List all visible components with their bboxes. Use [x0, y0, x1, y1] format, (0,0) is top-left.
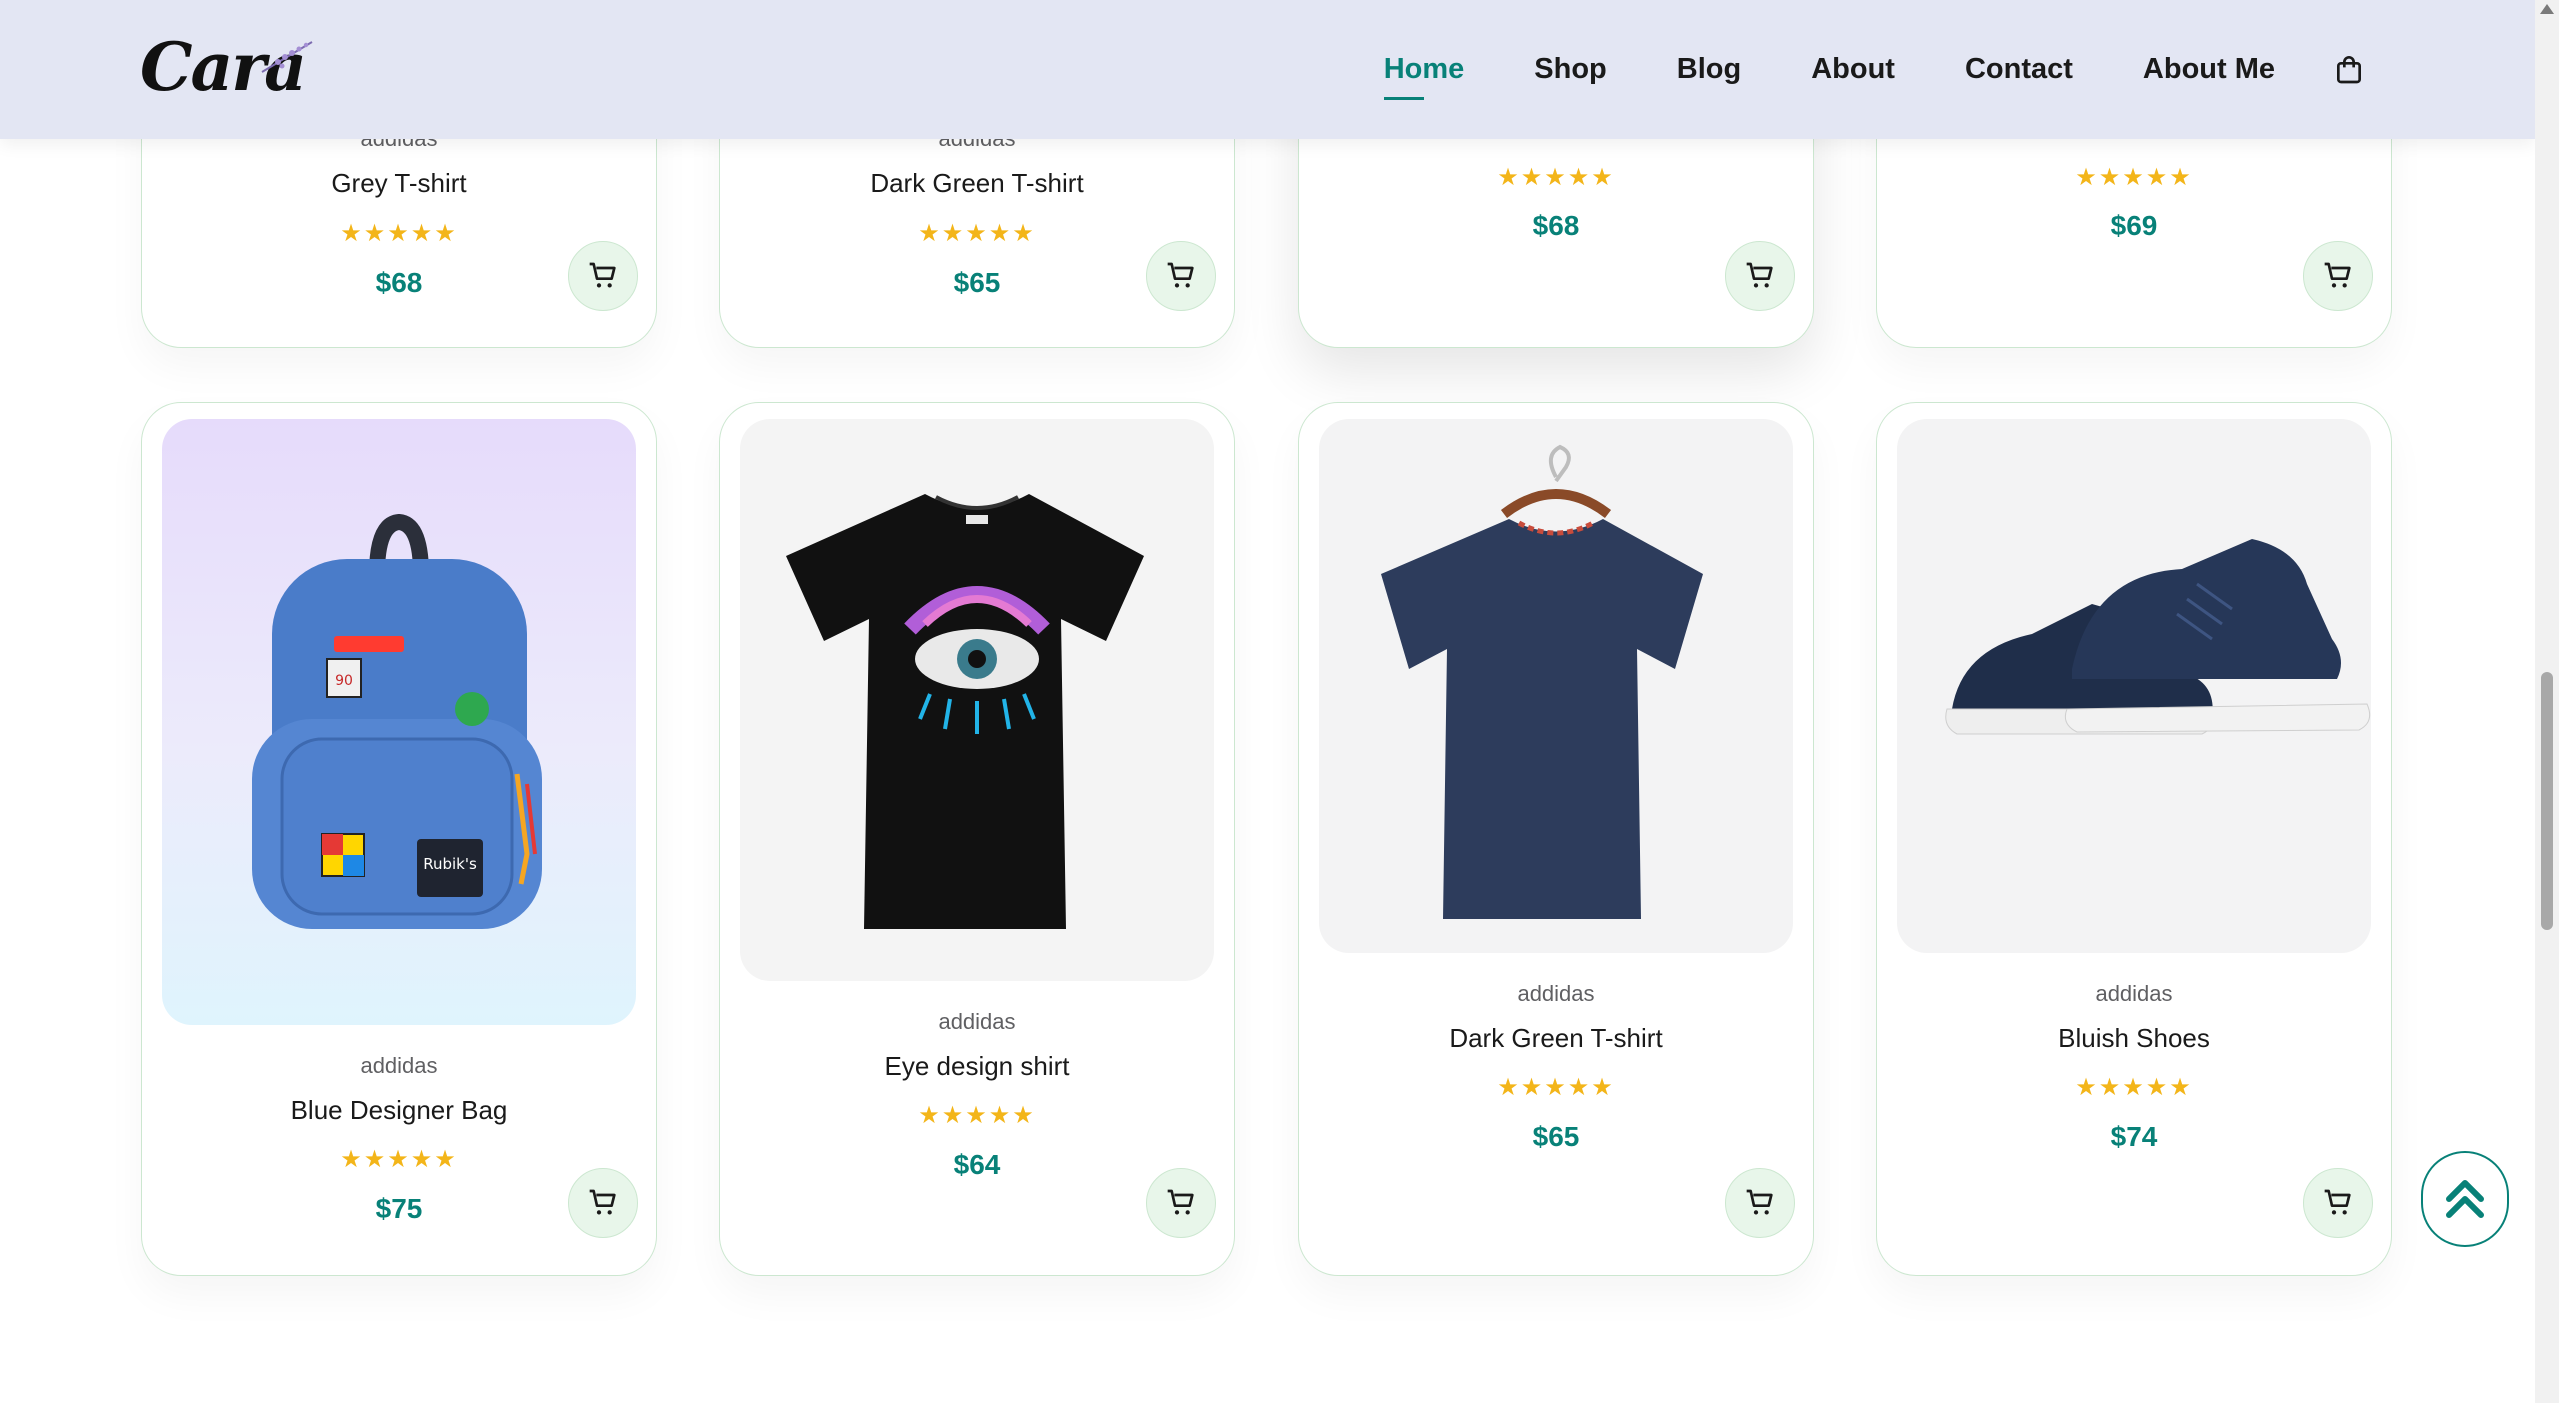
lavender-sprig-icon — [261, 41, 313, 73]
shopping-bag-icon[interactable] — [2333, 54, 2365, 86]
product-title: Dark Green T-shirt — [1449, 1023, 1663, 1053]
backpack-illustration: 90 Rubik's — [252, 513, 542, 929]
sneakers-image[interactable] — [1897, 419, 2371, 953]
nav-about[interactable]: About — [1811, 47, 1895, 92]
cart-icon — [589, 1189, 616, 1215]
product-title: Eye design shirt — [884, 1051, 1070, 1081]
product-price: $69 — [2110, 210, 2158, 241]
cart-icon — [2324, 1189, 2351, 1215]
tshirt-illustration — [786, 494, 1144, 929]
add-to-cart-button[interactable] — [1725, 241, 1795, 311]
double-chevron-up-icon — [2446, 1180, 2484, 1218]
product-brand: addidas — [1517, 981, 1595, 1006]
vertical-scrollbar[interactable] — [2535, 0, 2559, 1403]
product-title: Blue Designer Bag — [290, 1095, 508, 1125]
add-to-cart-button[interactable] — [1725, 1168, 1795, 1238]
tshirt-image[interactable] — [740, 419, 1214, 981]
nav-shop[interactable]: Shop — [1534, 47, 1607, 92]
cart-icon — [589, 262, 616, 288]
cart-icon — [1167, 262, 1194, 288]
backpack-image[interactable]: 90 Rubik's — [162, 419, 636, 1025]
product-card[interactable]: 90 Rubik's addidas Blue Designer Bag ★★★… — [141, 402, 657, 1276]
product-price: $68 — [1532, 210, 1580, 241]
rating-stars: ★★★★★ — [918, 1101, 1036, 1129]
product-title: Dark Green T-shirt — [870, 168, 1084, 198]
nav-about-me[interactable]: About Me — [2143, 47, 2275, 92]
rating-stars: ★★★★★ — [1497, 163, 1615, 191]
nav-blog[interactable]: Blog — [1677, 47, 1741, 92]
hanger-shirt-illustration — [1381, 444, 1703, 919]
rating-stars: ★★★★★ — [1497, 1073, 1615, 1101]
sneakers-illustration — [1945, 539, 2371, 735]
cart-icon — [1167, 1189, 1194, 1215]
rating-stars: ★★★★★ — [2075, 1073, 2193, 1101]
nav-contact[interactable]: Contact — [1965, 47, 2073, 92]
main-nav: Home Shop Blog About Contact About Me — [1383, 0, 2365, 139]
product-brand: addidas — [360, 1053, 438, 1078]
tshirt-on-hanger-image[interactable] — [1319, 419, 1793, 953]
svg-text:Rubik's: Rubik's — [423, 855, 477, 873]
add-to-cart-button[interactable] — [1146, 1168, 1216, 1238]
product-card[interactable]: addidas Dark Green T-shirt ★★★★★ $65 — [1298, 402, 1814, 1276]
add-to-cart-button[interactable] — [1146, 241, 1216, 311]
scrollbar-thumb[interactable] — [2541, 672, 2553, 930]
rating-stars: ★★★★★ — [340, 219, 458, 247]
product-title: Bluish Shoes — [2058, 1023, 2210, 1053]
product-price: $74 — [2110, 1121, 2158, 1152]
site-header: Cara Home Shop Blog About Contact About … — [0, 0, 2535, 139]
cart-icon — [1746, 1189, 1773, 1215]
nav-home[interactable]: Home — [1383, 47, 1464, 100]
scroll-up-arrow-icon[interactable] — [2540, 4, 2554, 14]
product-brand: addidas — [938, 1009, 1016, 1034]
cart-icon — [2324, 262, 2351, 288]
product-title: Grey T-shirt — [331, 168, 467, 198]
rating-stars: ★★★★★ — [340, 1145, 458, 1173]
rating-stars: ★★★★★ — [2075, 163, 2193, 191]
site-logo[interactable]: Cara — [140, 28, 320, 108]
product-price: $65 — [1532, 1121, 1580, 1152]
add-to-cart-button[interactable] — [2303, 241, 2373, 311]
cart-icon — [1746, 262, 1773, 288]
page-viewport: addidas Grey T-shirt ★★★★★ $68 addidas D… — [0, 0, 2535, 1403]
add-to-cart-button[interactable] — [568, 1168, 638, 1238]
add-to-cart-button[interactable] — [568, 241, 638, 311]
product-card[interactable]: addidas Bluish Shoes ★★★★★ $74 — [1876, 402, 2392, 1276]
add-to-cart-button[interactable] — [2303, 1168, 2373, 1238]
svg-text:90: 90 — [335, 673, 353, 689]
product-brand: addidas — [2095, 981, 2173, 1006]
product-card[interactable]: addidas Eye design shirt ★★★★★ $64 — [719, 402, 1235, 1276]
rating-stars: ★★★★★ — [918, 219, 1036, 247]
scroll-to-top-button[interactable] — [2421, 1151, 2509, 1247]
